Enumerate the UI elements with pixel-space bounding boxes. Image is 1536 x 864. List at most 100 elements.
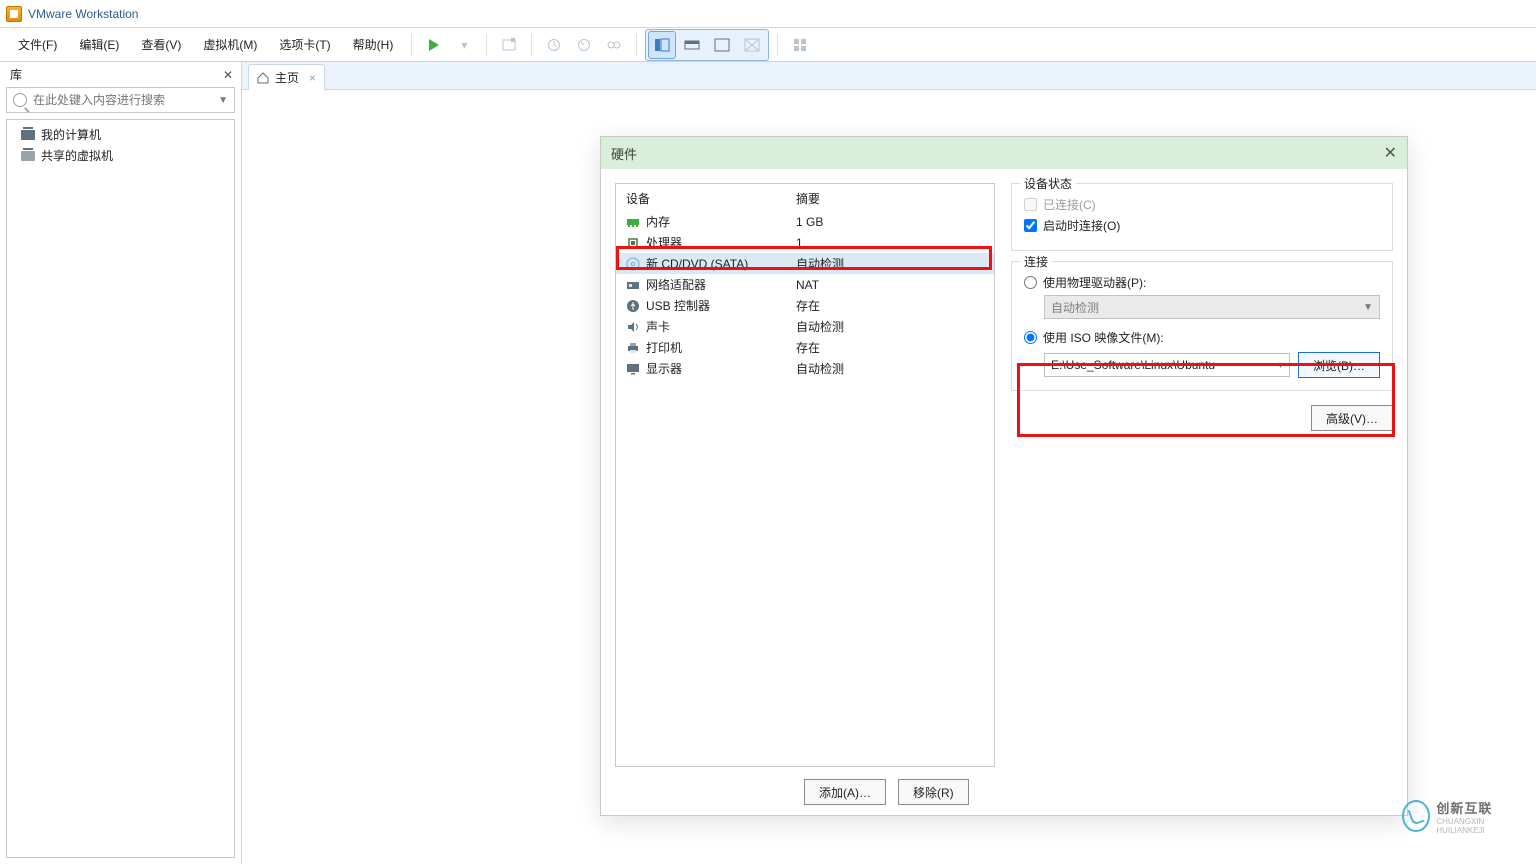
device-summary: 1 [796,236,803,250]
watermark-sub: CHUANGXIN HUILIANKEJI [1436,817,1522,835]
col-summary: 摘要 [796,190,820,207]
menu-view[interactable]: 查看(V) [131,32,191,57]
chevron-down-icon: ▼ [1363,302,1373,313]
sidebar-close-icon[interactable]: ✕ [223,68,233,82]
view-normal-button[interactable] [648,31,676,59]
use-iso-input[interactable] [1024,331,1037,344]
view-mode-group [645,29,769,61]
window-title: VMware Workstation [28,7,138,21]
dialog-title: 硬件 [611,144,637,163]
menu-file[interactable]: 文件(F) [8,32,67,57]
use-physical-radio[interactable]: 使用物理驱动器(P): [1024,274,1380,291]
dialog-body: 设备 摘要 内存1 GB处理器1新 CD/DVD (SATA)自动检测网络适配器… [601,169,1407,771]
device-summary: 存在 [796,297,820,314]
device-settings: 设备状态 已连接(C) 启动时连接(O) 连接 使用物理驱动器(P): 自动检测 [1011,183,1393,767]
use-iso-radio[interactable]: 使用 ISO 映像文件(M): [1024,329,1380,346]
tab-home[interactable]: 主页 × [248,64,325,90]
snapshot-manage-button[interactable] [600,31,628,59]
tabstrip: 主页 × [242,62,1536,90]
iso-path-combo[interactable]: E:\Use_Software\Linux\Ubuntu ▾ [1044,353,1290,377]
device-name: USB 控制器 [646,297,710,314]
play-more-button[interactable]: ▾ [450,31,478,59]
computer-icon [21,130,35,140]
physical-drive-value: 自动检测 [1051,299,1099,316]
library-tree: 我的计算机 共享的虚拟机 [6,119,235,858]
menu-edit[interactable]: 编辑(E) [69,32,129,57]
tab-close-icon[interactable]: × [309,71,316,85]
search-dropdown-icon[interactable]: ▼ [218,95,228,106]
connected-input [1024,198,1037,211]
cpu-icon [626,236,640,250]
menu-help[interactable]: 帮助(H) [343,32,404,57]
home-icon [257,72,269,84]
snapshot-button[interactable] [540,31,568,59]
connected-checkbox: 已连接(C) [1024,196,1380,213]
use-physical-input[interactable] [1024,276,1037,289]
remove-device-button[interactable]: 移除(R) [898,779,969,805]
sound-icon [626,320,640,334]
view-fullscreen-button[interactable] [708,31,736,59]
toolbar-separator [636,34,637,56]
browse-label: 浏览(B)… [1313,357,1365,374]
snapshot-revert-button[interactable] [570,31,598,59]
play-button[interactable] [420,31,448,59]
hardware-dialog: 硬件 ✕ 设备 摘要 内存1 GB处理器1 新 CD/DVD (SATA) 自动检测… [600,136,1408,816]
tree-my-computer[interactable]: 我的计算机 [11,124,230,145]
sidebar-search[interactable]: ▼ [6,87,235,113]
use-iso-label: 使用 ISO 映像文件(M): [1043,329,1164,346]
memory-icon [626,215,640,229]
tree-shared-vms[interactable]: 共享的虚拟机 [11,145,230,166]
usb-icon [626,299,640,313]
menu-tabs[interactable]: 选项卡(T) [269,32,340,57]
search-icon [13,93,27,107]
connect-on-start-input[interactable] [1024,219,1037,232]
library-toggle-button[interactable] [786,31,814,59]
connected-label: 已连接(C) [1043,196,1096,213]
device-row[interactable]: 内存1 GB [616,211,994,232]
library-sidebar: 库 ✕ ▼ 我的计算机 共享的虚拟机 [0,62,242,864]
toolbar-separator [777,34,778,56]
menu-vm[interactable]: 虚拟机(M) [193,32,267,57]
add-device-button[interactable]: 添加(A)… [804,779,886,805]
device-row[interactable]: 新 CD/DVD (SATA) 自动检测 [616,253,994,274]
device-name: 新 CD/DVD (SATA) [646,255,748,272]
use-physical-label: 使用物理驱动器(P): [1043,274,1146,291]
col-device: 设备 [626,190,796,207]
physical-drive-combo: 自动检测 ▼ [1044,295,1380,319]
device-name: 声卡 [646,318,670,335]
screenshot-button[interactable] [495,31,523,59]
dialog-close-icon[interactable]: ✕ [1384,143,1397,163]
device-row[interactable]: 处理器1 [616,232,994,253]
nic-icon [626,278,640,292]
watermark: 创新互联 CHUANGXIN HUILIANKEJI [1402,798,1522,834]
view-unity-button[interactable] [738,31,766,59]
printer-icon [626,341,640,355]
device-row[interactable]: 显示器自动检测 [616,358,994,379]
device-row[interactable]: 网络适配器NAT [616,274,994,295]
connect-on-start-checkbox[interactable]: 启动时连接(O) [1024,217,1380,234]
menubar: 文件(F) 编辑(E) 查看(V) 虚拟机(M) 选项卡(T) 帮助(H) ▾ [0,28,1536,62]
chevron-down-icon[interactable]: ▾ [1278,360,1283,371]
device-row[interactable]: 声卡 自动检测 [616,316,994,337]
device-summary: 自动检测 [796,360,844,377]
advanced-button[interactable]: 高级(V)… [1311,405,1393,431]
view-console-button[interactable] [678,31,706,59]
watermark-logo-icon [1402,800,1430,832]
device-summary: 自动检测 [796,318,844,335]
browse-button[interactable]: 浏览(B)… [1298,352,1380,378]
add-label: 添加(A)… [819,784,871,801]
tree-label: 我的计算机 [41,126,101,143]
toolbar-separator [486,34,487,56]
display-icon [626,362,640,376]
device-summary: 自动检测 [796,255,844,272]
device-state-group: 设备状态 已连接(C) 启动时连接(O) [1011,183,1393,251]
tab-label: 主页 [275,69,299,86]
device-list-header: 设备 摘要 [616,184,994,211]
toolbar-separator [411,34,412,56]
connect-on-start-label: 启动时连接(O) [1043,217,1120,234]
toolbar-separator [531,34,532,56]
device-row[interactable]: 打印机存在 [616,337,994,358]
search-input[interactable] [33,93,212,107]
device-summary: 1 GB [796,215,823,229]
device-row[interactable]: USB 控制器 存在 [616,295,994,316]
